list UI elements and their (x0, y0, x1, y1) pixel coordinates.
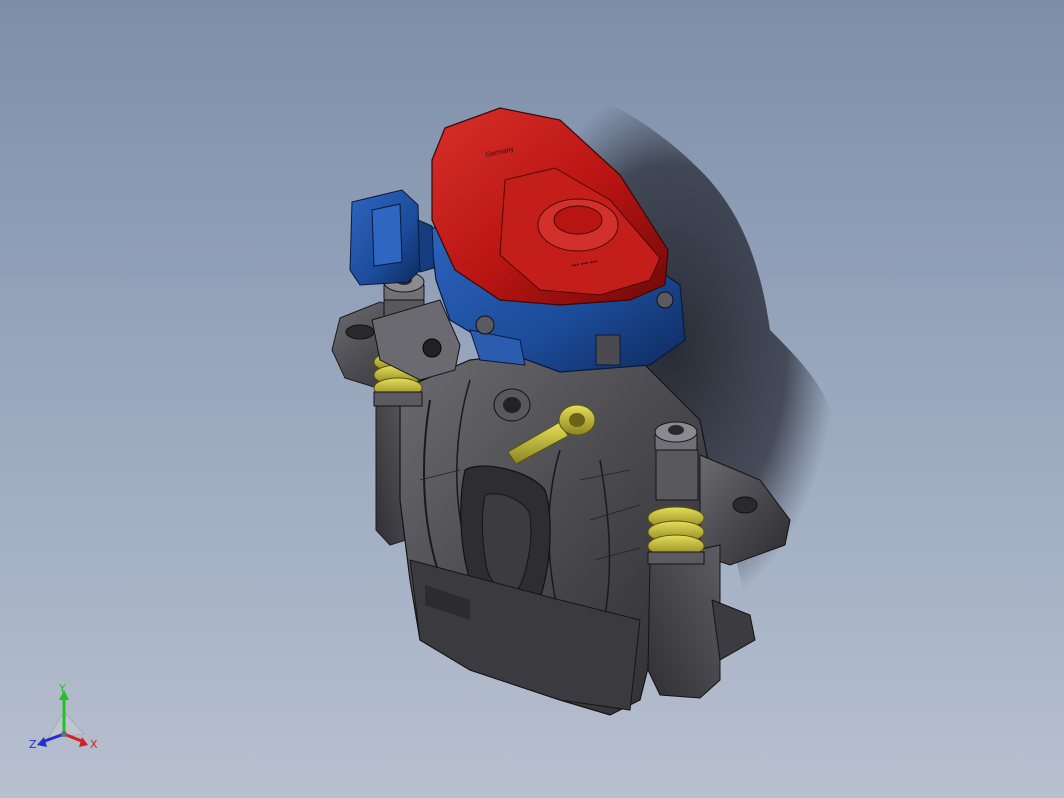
orientation-triad[interactable]: Y X Z (24, 682, 108, 758)
z-axis-arrow (37, 737, 47, 747)
right-guide-pin[interactable] (654, 421, 699, 501)
y-axis-label: Y (58, 682, 66, 695)
cad-model-view[interactable]: Germany ••• ••• ••• (0, 0, 1064, 798)
electrical-connector[interactable] (349, 189, 435, 286)
graphics-viewport[interactable]: Germany ••• ••• ••• Y X Z (0, 0, 1064, 798)
z-axis-label: Z (29, 738, 37, 751)
right-boot-bellows[interactable] (647, 506, 705, 565)
triad-origin (61, 731, 67, 737)
x-axis-label: X (90, 738, 98, 751)
